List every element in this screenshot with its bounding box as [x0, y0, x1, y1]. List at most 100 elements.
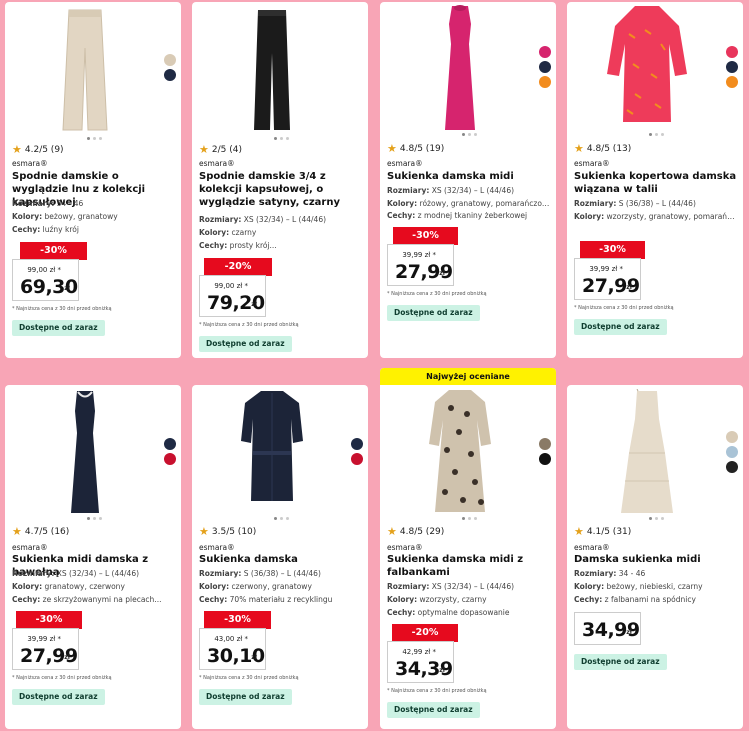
features: Cechy: z modnej tkaniny żeberkowej — [387, 211, 528, 220]
brand: esmara® — [12, 159, 48, 168]
dress-pink-icon[interactable] — [380, 4, 540, 132]
color-swatch-navy[interactable] — [539, 61, 551, 73]
pants-beige-icon[interactable] — [5, 8, 165, 133]
price-box: 42,99 zł * 34,39 zł — [387, 641, 454, 683]
color-swatch-orange[interactable] — [539, 76, 551, 88]
color-swatch-red-pattern[interactable] — [351, 453, 363, 465]
currency: zł — [626, 284, 632, 291]
product-title[interactable]: Spodnie damskie 3/4 z kolekcji kapsułowe… — [199, 170, 362, 209]
product-card[interactable]: Najwyżej oceniane ★ 4.8/5 (29) esmara® Su… — [380, 368, 556, 729]
features: Cechy: ze skrzyżowanymi na plecach... — [12, 595, 162, 604]
colors: Kolory: różowy, granatowy, pomarańczowy — [387, 199, 550, 208]
color-swatch-navy[interactable] — [726, 61, 738, 73]
product-title[interactable]: Damska sukienka midi — [574, 553, 737, 566]
color-swatch-orange[interactable] — [726, 76, 738, 88]
product-card[interactable]: ★ 3.5/5 (10) esmara® Sukienka damska Rozm… — [192, 385, 368, 729]
rating: ★ 4.8/5 (19) — [387, 142, 445, 155]
old-price: 99,00 zł * — [27, 266, 61, 274]
features: Cechy: luźny krój — [12, 225, 79, 234]
available-button[interactable]: Dostępne od zaraz — [574, 654, 667, 670]
price-box: 39,99 zł * 27,99 zł — [12, 628, 79, 670]
image-pagination[interactable] — [649, 133, 664, 136]
rating: ★ 2/5 (4) — [199, 143, 242, 156]
rating: ★ 4.2/5 (9) — [12, 143, 64, 156]
color-swatch-black[interactable] — [726, 461, 738, 473]
colors: Kolory: granatowy, czerwony — [12, 582, 125, 591]
color-swatch-navy[interactable] — [164, 438, 176, 450]
dress-beige-icon[interactable] — [567, 389, 727, 515]
available-button[interactable]: Dostępne od zaraz — [12, 689, 105, 705]
lowest-price-note: * Najniższa cena z 30 dni przed obniżką — [574, 305, 674, 311]
colors: Kolory: beżowy, niebieski, czarny — [574, 582, 703, 591]
brand: esmara® — [387, 159, 423, 168]
price-box: 39,99 zł * 27,99 zł — [387, 244, 454, 286]
product-title[interactable]: Sukienka damska midi — [387, 170, 550, 183]
product-card[interactable]: ★ 4.8/5 (19) esmara® Sukienka damska midi… — [380, 2, 556, 358]
available-button[interactable]: Dostępne od zaraz — [199, 689, 292, 705]
price-box: 99,00 zł * 79,20 zł — [199, 275, 266, 317]
dress-navy-icon[interactable] — [5, 389, 165, 515]
product-card[interactable]: ★ 4.2/5 (9) esmara® Spodnie damskie o wyg… — [5, 2, 181, 358]
color-swatch-navy[interactable] — [164, 69, 176, 81]
star-icon: ★ — [12, 525, 22, 538]
discount-badge: -30% — [580, 241, 645, 259]
old-price: 99,00 zł * — [214, 282, 248, 290]
available-button[interactable]: Dostępne od zaraz — [574, 319, 667, 335]
currency: zł — [251, 301, 257, 308]
rating: ★ 3.5/5 (10) — [199, 525, 257, 538]
product-card[interactable]: ★ 4.8/5 (13) esmara® Sukienka kopertowa d… — [567, 2, 743, 358]
pants-black-icon[interactable] — [192, 8, 352, 133]
image-pagination[interactable] — [274, 137, 289, 140]
colors: Kolory: czarny — [199, 228, 257, 237]
color-swatch-navy[interactable] — [351, 438, 363, 450]
old-price: 39,99 zł * — [589, 265, 623, 273]
wrap-dress-pattern-icon[interactable] — [567, 4, 727, 132]
product-card[interactable]: ★ 4.7/5 (16) esmara® Sukienka midi damska… — [5, 385, 181, 729]
brand: esmara® — [199, 159, 235, 168]
sizes: Rozmiary: 34 - 46 — [574, 569, 646, 578]
product-card[interactable]: ★ 2/5 (4) esmara® Spodnie damskie 3/4 z k… — [192, 2, 368, 358]
dress-leopard-icon[interactable] — [380, 388, 540, 516]
price-box: 99,00 zł * 69,30 zł — [12, 259, 79, 301]
available-button[interactable]: Dostępne od zaraz — [12, 320, 105, 336]
color-swatch-pattern[interactable] — [726, 46, 738, 58]
color-swatch-pink[interactable] — [539, 46, 551, 58]
star-icon: ★ — [574, 525, 584, 538]
star-icon: ★ — [199, 525, 209, 538]
star-icon: ★ — [387, 142, 397, 155]
available-button[interactable]: Dostępne od zaraz — [387, 702, 480, 718]
available-button[interactable]: Dostępne od zaraz — [199, 336, 292, 352]
image-pagination[interactable] — [87, 517, 102, 520]
features: Cechy: 70% materiału z recyklingu — [199, 595, 333, 604]
image-pagination[interactable] — [87, 137, 102, 140]
color-swatch-pattern[interactable] — [539, 438, 551, 450]
image-pagination[interactable] — [462, 517, 477, 520]
currency: zł — [64, 654, 70, 661]
color-swatch-blue[interactable] — [726, 446, 738, 458]
product-card[interactable]: ★ 4.1/5 (31) esmara® Damska sukienka midi… — [567, 385, 743, 729]
rating: ★ 4.1/5 (31) — [574, 525, 632, 538]
price-box: 39,99 zł * 27,99 zł — [574, 258, 641, 300]
product-title[interactable]: Sukienka damska — [199, 553, 362, 566]
colors: Kolory: wzorzysty, granatowy, pomarańczo… — [574, 212, 737, 221]
star-icon: ★ — [387, 525, 397, 538]
sizes: Rozmiary: XS (32/34) – L (44/46) — [387, 186, 515, 195]
color-swatch-beige[interactable] — [164, 54, 176, 66]
color-swatch-red[interactable] — [164, 453, 176, 465]
available-button[interactable]: Dostępne od zaraz — [387, 305, 480, 321]
brand: esmara® — [12, 543, 48, 552]
image-pagination[interactable] — [649, 517, 664, 520]
shirt-dress-navy-icon[interactable] — [192, 389, 352, 515]
image-pagination[interactable] — [274, 517, 289, 520]
image-pagination[interactable] — [462, 133, 477, 136]
product-title[interactable]: Sukienka damska midi z falbankami — [387, 553, 550, 579]
color-swatch-beige[interactable] — [726, 431, 738, 443]
discount-badge: -30% — [20, 242, 87, 260]
colors: Kolory: beżowy, granatowy — [12, 212, 118, 221]
currency: zł — [64, 285, 70, 292]
product-title[interactable]: Sukienka kopertowa damska wiązana w tali… — [574, 170, 737, 196]
color-swatch-black[interactable] — [539, 453, 551, 465]
features: Cechy: prosty krój... — [199, 241, 277, 250]
star-icon: ★ — [12, 143, 22, 156]
brand: esmara® — [574, 159, 610, 168]
